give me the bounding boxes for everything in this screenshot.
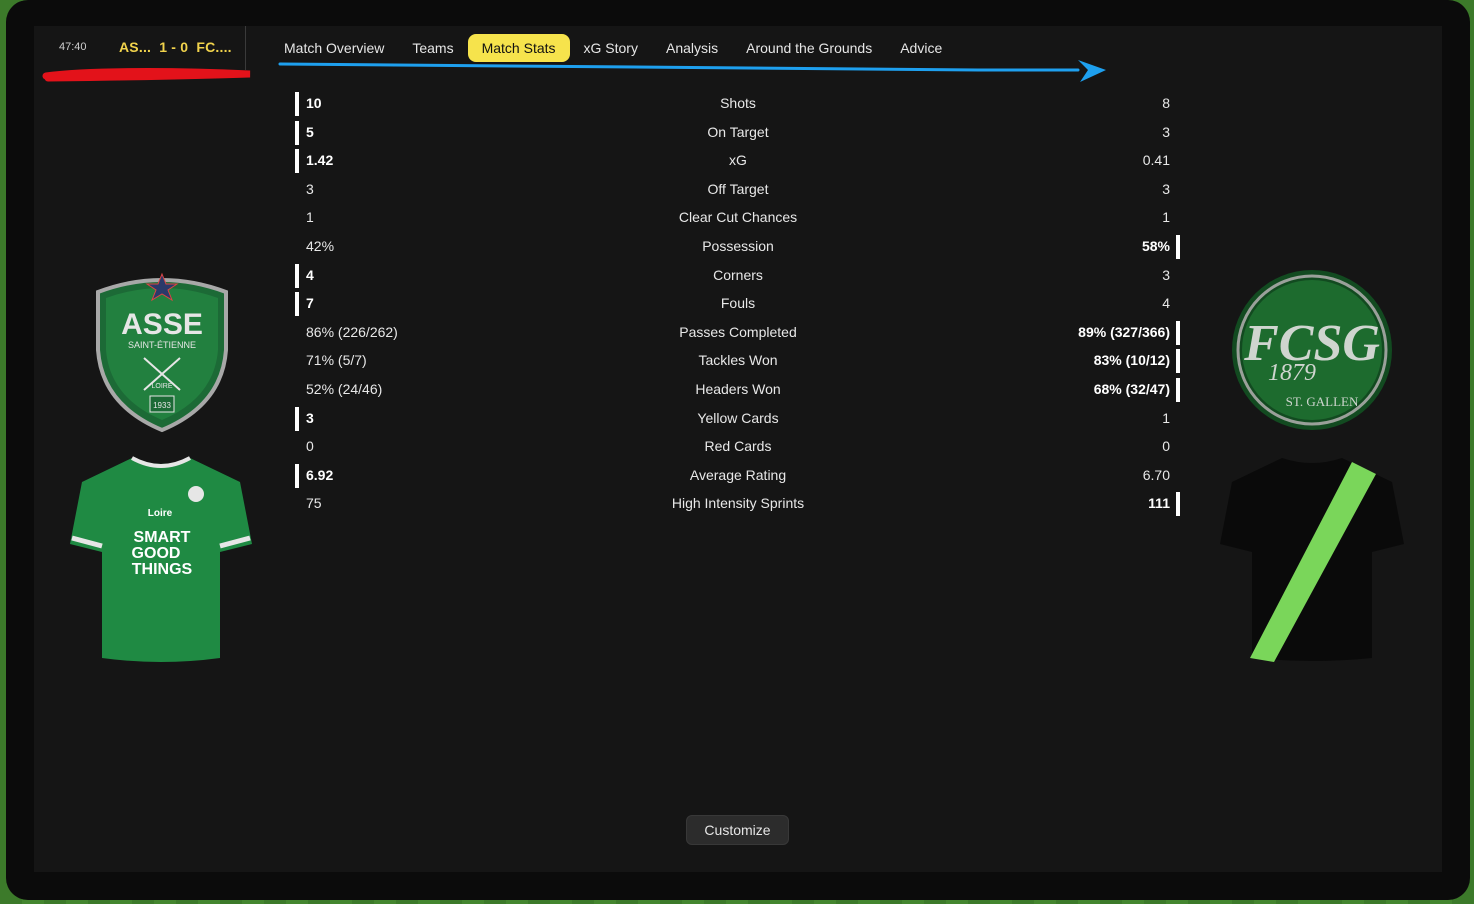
customize-button[interactable]: Customize [686,815,789,845]
scoreboard[interactable]: 47:40 AS... 1 - 0 FC.... [34,26,246,70]
stat-label: Off Target [707,180,769,197]
badge-away-city: ST. GALLEN [1286,394,1359,409]
stat-label: Yellow Cards [697,409,779,426]
stat-row: 6.92 Average Rating 6.70 [294,460,1184,489]
stat-row: 71% (5/7) Tackles Won 83% (10/12) [294,345,1184,374]
stat-label: xG [729,152,747,169]
stat-label: Headers Won [695,380,781,397]
badge-home-year: 1933 [153,401,171,410]
stat-row: 3 Off Target 3 [294,174,1184,203]
home-shirt-sponsor-line-2: GOOD [132,545,181,562]
stat-row: 75 High Intensity Sprints 111 [294,488,1184,517]
home-team-abbrev: AS... [119,39,152,55]
away-stat-value: 3 [1162,123,1170,140]
away-stat-value: 4 [1162,295,1170,312]
stat-row: 1 Clear Cut Chances 1 [294,202,1184,231]
blue-arrow-annotation [278,60,1106,82]
home-club-badge: ASSE SAINT-ÉTIENNE LOIRE 1933 [96,272,228,433]
away-stat-value: 68% (32/47) [1093,380,1170,397]
home-shirt-sponsor-line-1: SMART [134,529,191,546]
stat-label: Shots [720,95,756,111]
stat-label: High Intensity Sprints [671,495,805,512]
stat-label: Clear Cut Chances [678,209,798,226]
away-stat-value: 3 [1162,266,1170,283]
stat-row: 5 On Target 3 [294,117,1184,146]
away-stat-value: 58% [1141,237,1170,254]
away-team-abbrev: FC.... [196,39,232,55]
stat-label: On Target [707,123,769,140]
away-stat-value: 0 [1162,438,1170,455]
away-kit-shirt [1220,458,1404,662]
away-stat-value: 3 [1162,180,1170,197]
away-club-badge: FCSG 1879 ST. GALLEN [1232,270,1392,430]
stat-label: Possession [702,237,774,254]
stat-row: 0 Red Cards 0 [294,431,1184,460]
away-stat-value: 1 [1162,209,1170,226]
stat-label: Red Cards [704,438,772,455]
away-stat-value: 111 [1148,495,1170,512]
score-value: 1 - 0 [159,39,189,55]
red-underline-annotation [42,68,251,82]
stat-label: Tackles Won [698,352,778,369]
badge-home-name: ASSE [121,308,203,341]
stats-table: 10 Shots 8 5 On Target 3 1.42 xG 0.41 3 Off Target… [294,88,1184,517]
home-kit-shirt: Loire SMART GOOD THINGS [70,456,252,662]
stat-label: Corners [713,266,763,283]
away-stat-value: 0.41 [1142,152,1170,169]
stat-row: 1.42 xG 0.41 [294,145,1184,174]
away-stat-value: 1 [1162,409,1170,426]
stat-label: Fouls [720,295,756,312]
badge-away-year: 1879 [1268,360,1316,386]
home-shirt-small-sponsor: Loire [148,508,173,519]
stat-row: 4 Corners 3 [294,260,1184,289]
stat-row: 52% (24/46) Headers Won 68% (32/47) [294,374,1184,403]
away-stat-value: 8 [1162,95,1170,111]
away-stat-value: 6.70 [1142,466,1170,483]
away-stat-value: 89% (327/366) [1078,323,1170,340]
away-stat-value: 83% (10/12) [1093,352,1170,369]
stat-row: 7 Fouls 4 [294,288,1184,317]
match-clock: 47:40 [59,41,87,53]
stat-label: Average Rating [689,466,787,483]
stat-row: 3 Yellow Cards 1 [294,403,1184,432]
badge-home-region: LOIRE [151,383,172,390]
home-shirt-sponsor-line-3: THINGS [132,561,193,578]
stat-row: 10 Shots 8 [294,88,1184,117]
stat-row: 42% Possession 58% [294,231,1184,260]
badge-home-sub: SAINT-ÉTIENNE [128,340,196,350]
stat-label: Passes Completed [679,323,797,340]
score-line: AS... 1 - 0 FC.... [119,39,232,55]
stat-row: 86% (226/262) Passes Completed 89% (327/36… [294,317,1184,346]
